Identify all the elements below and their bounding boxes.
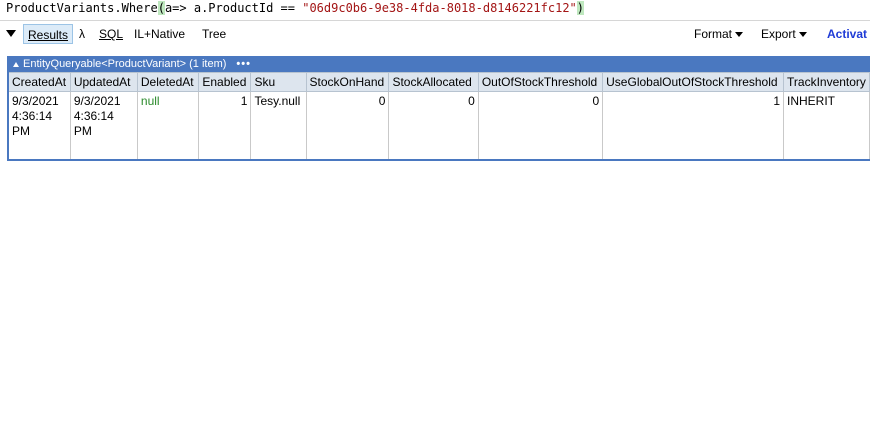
export-menu[interactable]: Export (761, 24, 808, 44)
results-table: CreatedAt UpdatedAt DeletedAt Enabled Sk… (7, 72, 870, 161)
column-header[interactable]: StockOnHand (305, 72, 390, 92)
tab-sql-label: SQL (99, 27, 124, 41)
collapse-panel-icon[interactable] (6, 28, 16, 38)
column-header[interactable]: TrackInventory (783, 72, 870, 92)
tab-il-native-label: IL+Native (134, 27, 186, 41)
column-header[interactable]: UseGlobalOutOfStockThreshold (602, 72, 785, 92)
cell-track-inventory: INHERIT (783, 91, 870, 160)
output-toolbar: Results λ SQL IL+Native Tree Format Expo… (0, 22, 870, 48)
updated-at-date: 9/3/2021 (73, 94, 121, 108)
format-menu-label: Format (694, 27, 733, 41)
tab-lambda[interactable]: λ (79, 24, 85, 44)
created-at-ampm: PM (12, 124, 30, 138)
editor-divider (0, 20, 870, 21)
column-header[interactable]: UpdatedAt (69, 72, 138, 92)
cell-use-global-threshold: 1 (602, 91, 785, 160)
tab-sql[interactable]: SQL (99, 24, 123, 44)
tab-tree[interactable]: Tree (202, 24, 226, 44)
results-grid: EntityQueryable<ProductVariant> (1 item)… (7, 56, 870, 161)
query-editor[interactable]: ProductVariants.Where(a=> a.ProductId ==… (0, 0, 870, 20)
query-string-literal: "06d9c0b6-9e38-4fda-8018-d8146221fc12" (302, 1, 577, 15)
cell-out-of-stock-threshold: 0 (478, 91, 604, 160)
column-header[interactable]: CreatedAt (7, 72, 71, 92)
chevron-down-icon (799, 32, 808, 38)
query-lambda: a=> a.ProductId == (164, 1, 303, 15)
column-header[interactable]: OutOfStockThreshold (477, 72, 604, 92)
grid-title: EntityQueryable<ProductVariant> (1 item) (23, 58, 227, 70)
tab-il-native[interactable]: IL+Native (134, 24, 185, 44)
cell-created-at: 9/3/2021 4:36:14 PM (8, 91, 71, 160)
updated-at-ampm: PM (73, 124, 92, 138)
column-header[interactable]: Enabled (198, 72, 252, 92)
tab-tree-label: Tree (202, 27, 227, 41)
cell-stock-on-hand: 0 (306, 91, 390, 160)
created-at-date: 9/3/2021 (12, 94, 59, 108)
table-row: 9/3/2021 4:36:14 PM 9/3/2021 4:36:14 PM … (8, 91, 870, 160)
cell-enabled: 1 (198, 91, 252, 160)
activate-button[interactable]: Activat (827, 24, 867, 44)
cell-sku: Tesy.null (250, 91, 307, 160)
export-menu-label: Export (761, 27, 796, 41)
query-prefix: ProductVariants.Where (6, 1, 158, 15)
close-paren: ) (576, 1, 585, 15)
tab-results-label: Results (28, 28, 69, 42)
format-menu[interactable]: Format (694, 24, 744, 44)
more-options-icon[interactable]: ••• (236, 58, 251, 70)
cell-updated-at: 9/3/2021 4:36:14 PM (70, 91, 138, 160)
column-header[interactable]: StockAllocated (388, 72, 479, 92)
open-paren: ( (157, 1, 165, 15)
column-header[interactable]: DeletedAt (136, 72, 200, 92)
cell-stock-allocated: 0 (388, 91, 479, 160)
created-at-time: 4:36:14 (12, 109, 53, 123)
updated-at-time: 4:36:14 (73, 109, 114, 123)
grid-header-bar[interactable]: EntityQueryable<ProductVariant> (1 item)… (7, 56, 870, 72)
cell-deleted-at: null (137, 91, 200, 160)
activate-label: Activat (827, 27, 868, 41)
chevron-down-icon (735, 32, 744, 38)
tab-lambda-label: λ (79, 27, 85, 41)
header-row: CreatedAt UpdatedAt DeletedAt Enabled Sk… (7, 72, 870, 92)
tab-results[interactable]: Results (23, 24, 74, 44)
column-header[interactable]: Sku (250, 72, 307, 92)
collapse-up-icon[interactable] (13, 61, 19, 67)
